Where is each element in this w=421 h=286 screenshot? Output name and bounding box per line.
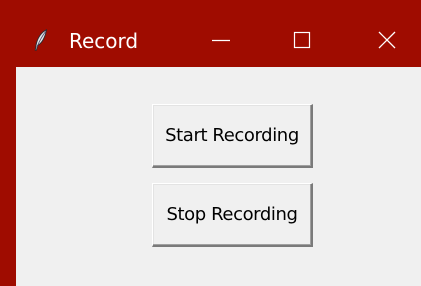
minimize-button[interactable]: [198, 14, 244, 66]
app-window: Record Start Recording Stop Recording: [0, 0, 421, 286]
maximize-button[interactable]: [279, 14, 325, 66]
title-bar[interactable]: Record: [8, 0, 421, 67]
feather-icon: [34, 29, 48, 51]
close-icon: [377, 30, 397, 50]
stop-recording-button[interactable]: Stop Recording: [152, 183, 313, 247]
start-recording-button[interactable]: Start Recording: [152, 104, 313, 168]
maximize-icon: [292, 30, 312, 50]
window-client-area: Start Recording Stop Recording: [16, 67, 421, 286]
window-title: Record: [69, 29, 139, 53]
minimize-icon: [211, 30, 231, 50]
close-button[interactable]: [364, 14, 410, 66]
